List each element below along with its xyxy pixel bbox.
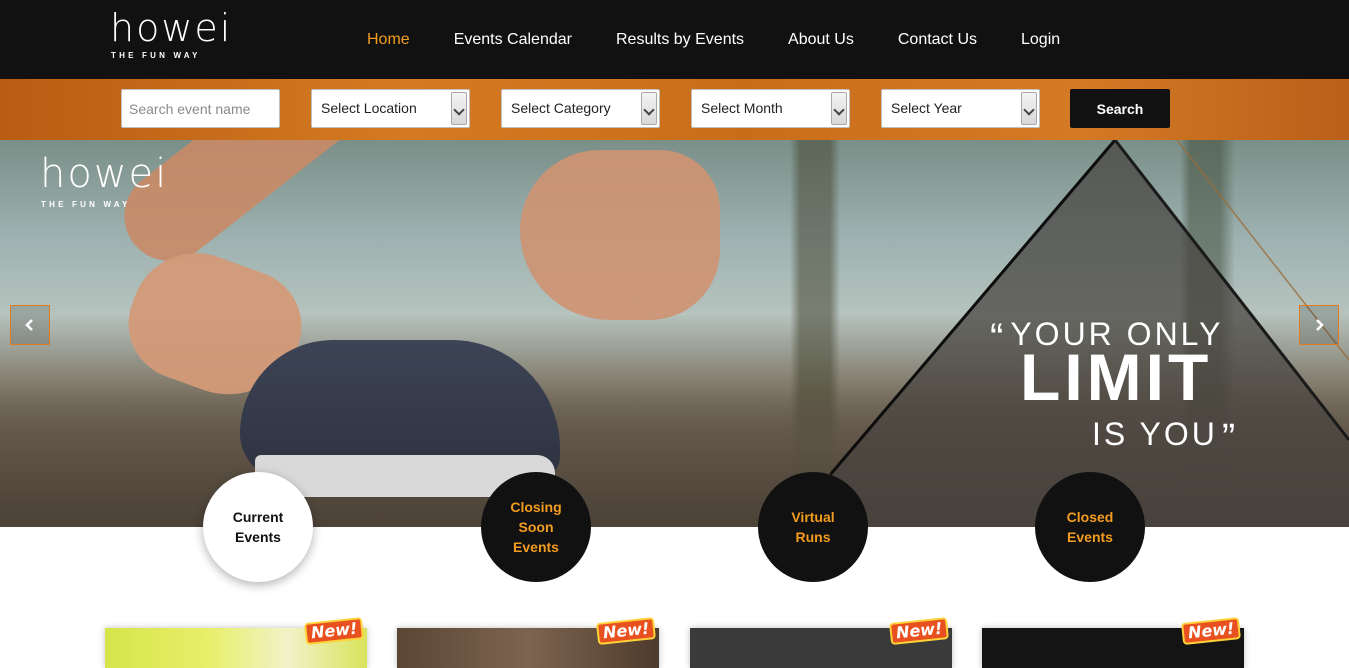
year-select-label: Select Year: [891, 100, 962, 116]
category-label: Closed Events: [1066, 509, 1114, 545]
category-virtual-runs[interactable]: Virtual Runs: [758, 472, 868, 582]
brand-wordmark: howei: [110, 6, 233, 50]
hero-hand-shape: [520, 150, 720, 320]
location-select[interactable]: Select Location: [311, 89, 470, 128]
main-nav: Home Events Calendar Results by Events A…: [345, 0, 1082, 79]
year-select[interactable]: Select Year: [881, 89, 1040, 128]
nav-home[interactable]: Home: [345, 0, 432, 79]
brand-tagline: THE FUN WAY: [111, 51, 201, 60]
quote-line-3: IS YOU”: [1092, 410, 1238, 460]
chevron-down-icon[interactable]: [641, 92, 657, 125]
location-select-label: Select Location: [321, 100, 417, 116]
event-card[interactable]: New!: [690, 617, 952, 668]
category-select[interactable]: Select Category: [501, 89, 660, 128]
open-quote-mark: “: [990, 316, 1007, 360]
nav-about-us[interactable]: About Us: [766, 0, 876, 79]
category-closing-soon-events[interactable]: Closing Soon Events: [481, 472, 591, 582]
chevron-left-icon: [25, 319, 33, 331]
event-card[interactable]: New!: [982, 617, 1244, 668]
event-search-bar: Select Location Select Category Select M…: [0, 79, 1349, 140]
category-label: Virtual Runs: [791, 509, 835, 545]
nav-results-by-events[interactable]: Results by Events: [594, 0, 766, 79]
category-label: Current Events: [232, 509, 284, 545]
category-closed-events[interactable]: Closed Events: [1035, 472, 1145, 582]
quote-line-3-text: IS YOU: [1092, 416, 1218, 452]
nav-events-calendar[interactable]: Events Calendar: [432, 0, 594, 79]
hero-brand-wordmark: howei: [40, 151, 169, 197]
chevron-down-icon[interactable]: [1021, 92, 1037, 125]
event-card[interactable]: New!: [397, 617, 659, 668]
brand-logo[interactable]: howei THE FUN WAY: [110, 8, 270, 64]
category-select-label: Select Category: [511, 100, 611, 116]
event-card[interactable]: New!: [105, 617, 367, 668]
chevron-down-icon[interactable]: [831, 92, 847, 125]
category-current-events[interactable]: Current Events: [203, 472, 313, 582]
category-label: Closing Soon Events: [510, 499, 562, 555]
month-select-label: Select Month: [701, 100, 783, 116]
hero-brand-tagline: THE FUN WAY: [41, 200, 131, 209]
carousel-next-button[interactable]: [1299, 305, 1339, 345]
search-event-name-input[interactable]: [121, 89, 280, 128]
hero-carousel: howei THE FUN WAY “YOUR ONLY LIMIT IS YO…: [0, 140, 1349, 527]
month-select[interactable]: Select Month: [691, 89, 850, 128]
close-quote-mark: ”: [1221, 416, 1239, 460]
carousel-prev-button[interactable]: [10, 305, 50, 345]
quote-line-2: LIMIT: [1020, 340, 1213, 414]
site-header: howei THE FUN WAY Home Events Calendar R…: [0, 0, 1349, 79]
search-button[interactable]: Search: [1070, 89, 1170, 128]
hero-brand-logo: howei THE FUN WAY: [40, 154, 230, 215]
chevron-right-icon: [1316, 319, 1324, 331]
chevron-down-icon[interactable]: [451, 92, 467, 125]
nav-login[interactable]: Login: [999, 0, 1082, 79]
nav-contact-us[interactable]: Contact Us: [876, 0, 999, 79]
